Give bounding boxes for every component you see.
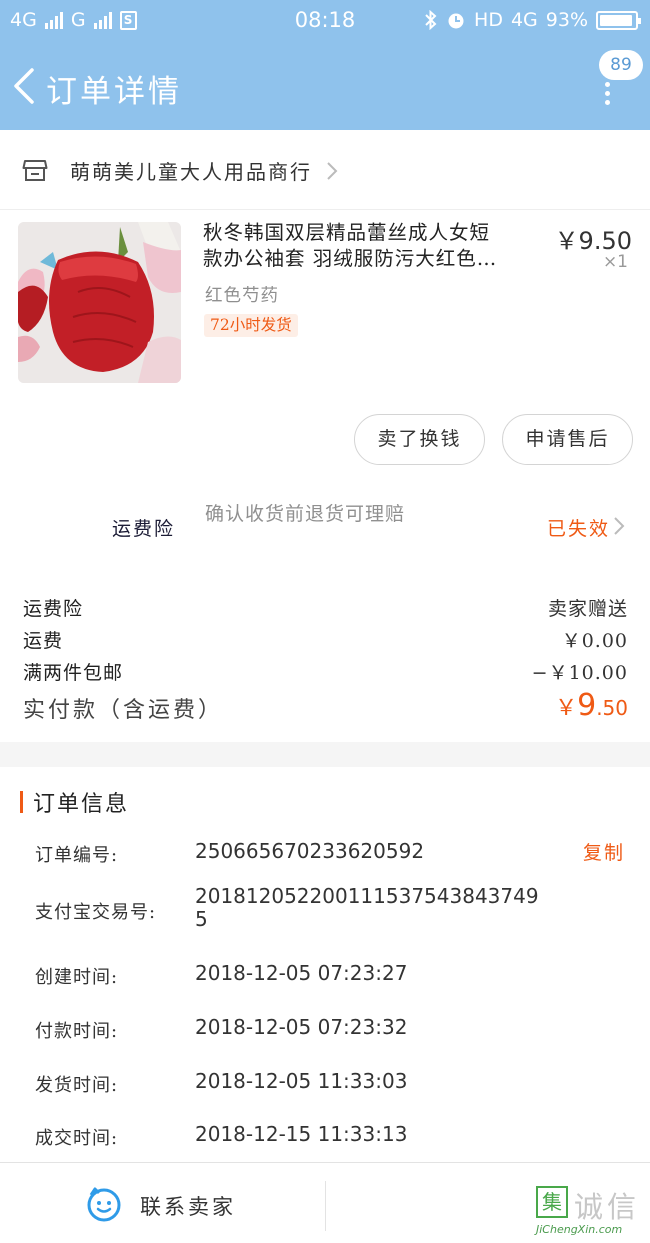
info-label: 支付宝交易号: (35, 902, 157, 923)
total-paid-decimal: .50 (596, 696, 628, 720)
product-image[interactable] (18, 222, 181, 383)
after-sales-button[interactable]: 申请售后 (502, 414, 633, 465)
alarm-icon (448, 13, 464, 29)
info-label: 付款时间: (35, 1021, 119, 1042)
total-paid-row: 实付款（含运费） ￥9.50 (0, 688, 650, 728)
product-title-line-2: 款办公袖套 羽绒服防污大红色… (203, 247, 498, 270)
order-card: 萌萌美儿童大人用品商行 秋冬韩国双层精品蕾丝成人女短 款办公袖套 羽绒服防污大红… (0, 130, 650, 742)
info-value: 2018-12-15 11:33:13 (195, 1122, 408, 1146)
shop-name: 萌萌美儿童大人用品商行 (70, 160, 312, 184)
chevron-right-icon[interactable] (613, 516, 625, 536)
watermark-text: 诚信 (574, 1190, 641, 1224)
fee-value: −￥10.00 (531, 662, 628, 684)
status-right: HD 4G 93% (424, 9, 641, 31)
product-title-line-1: 秋冬韩国双层精品蕾丝成人女短 (203, 221, 491, 244)
fee-value: 卖家赠送 (547, 598, 628, 620)
total-paid-currency: ￥ (555, 696, 578, 721)
fee-row: 运费险 卖家赠送 (0, 592, 650, 624)
shop-row[interactable]: 萌萌美儿童大人用品商行 (0, 130, 650, 210)
battery-icon (596, 10, 641, 30)
page-title: 订单详情 (46, 74, 182, 110)
hd-label: HD (474, 9, 503, 31)
contact-seller-button[interactable]: 联系卖家 (140, 1191, 236, 1221)
total-paid-amount: ￥9.50 (555, 688, 628, 723)
insurance-label: 运费险 (112, 518, 176, 540)
fee-row: 运费 ￥0.00 (0, 624, 650, 656)
sell-button[interactable]: 卖了换钱 (354, 414, 485, 465)
chevron-right-icon (327, 162, 338, 180)
info-label: 订单编号: (35, 845, 119, 866)
fee-label: 运费险 (23, 598, 84, 620)
info-label: 创建时间: (35, 967, 119, 988)
product-sku: 红色芍药 (205, 286, 279, 306)
info-label: 发货时间: (35, 1075, 119, 1096)
info-value: 250665670233620592 (195, 839, 425, 863)
watermark-logo: 集 诚信 JiChengXin.com (536, 1186, 650, 1236)
chat-bubble-icon[interactable] (86, 1187, 122, 1223)
total-paid-label: 实付款（含运费） (23, 698, 224, 723)
divider (325, 1181, 326, 1231)
copy-button[interactable]: 复制 (583, 838, 625, 865)
info-value: 2018-12-05 11:33:03 (195, 1069, 408, 1093)
shipping-tag: 72小时发货 (204, 314, 298, 337)
fee-value: ￥0.00 (561, 630, 628, 652)
order-info-card: 订单信息 复制 订单编号: 250665670233620592 支付宝交易号:… (0, 767, 650, 1162)
insurance-status[interactable]: 已失效 (547, 514, 610, 541)
bottom-bar: 联系卖家 集 诚信 JiChengXin.com (0, 1162, 650, 1243)
product-quantity: ×1 (602, 252, 628, 272)
section-accent-bar (20, 791, 23, 813)
fee-label: 满两件包邮 (23, 662, 124, 684)
nav-bar: 订单详情 89 (0, 42, 650, 130)
more-menu-icon[interactable] (605, 82, 611, 105)
fee-row: 满两件包邮 −￥10.00 (0, 656, 650, 688)
product-price: ￥9.50 (554, 227, 632, 255)
back-arrow-icon[interactable] (10, 66, 44, 106)
product-photo-icon (18, 222, 181, 383)
network-label-3: 4G (510, 9, 538, 31)
order-info-title: 订单信息 (33, 792, 130, 817)
total-paid-integer: 9 (577, 688, 597, 723)
battery-percent: 93% (545, 9, 588, 31)
info-label: 成交时间: (35, 1128, 119, 1149)
status-bar: 4G G S 08:18 HD 4G 93% (0, 0, 650, 42)
watermark-url: JiChengXin.com (536, 1223, 623, 1236)
insurance-description: 确认收货前退货可理赔 (205, 503, 406, 525)
info-value: 2018-12-05 07:23:32 (195, 1015, 408, 1039)
watermark-mark: 集 (536, 1186, 568, 1218)
store-icon (22, 160, 48, 181)
info-value: 2018120522001115375438437495 (195, 884, 539, 931)
info-value: 2018-12-05 07:23:27 (195, 961, 408, 985)
product-title[interactable]: 秋冬韩国双层精品蕾丝成人女短 款办公袖套 羽绒服防污大红色… (203, 220, 543, 272)
fee-label: 运费 (23, 630, 64, 652)
message-count-badge[interactable]: 89 (599, 50, 643, 80)
bluetooth-icon (425, 10, 437, 30)
